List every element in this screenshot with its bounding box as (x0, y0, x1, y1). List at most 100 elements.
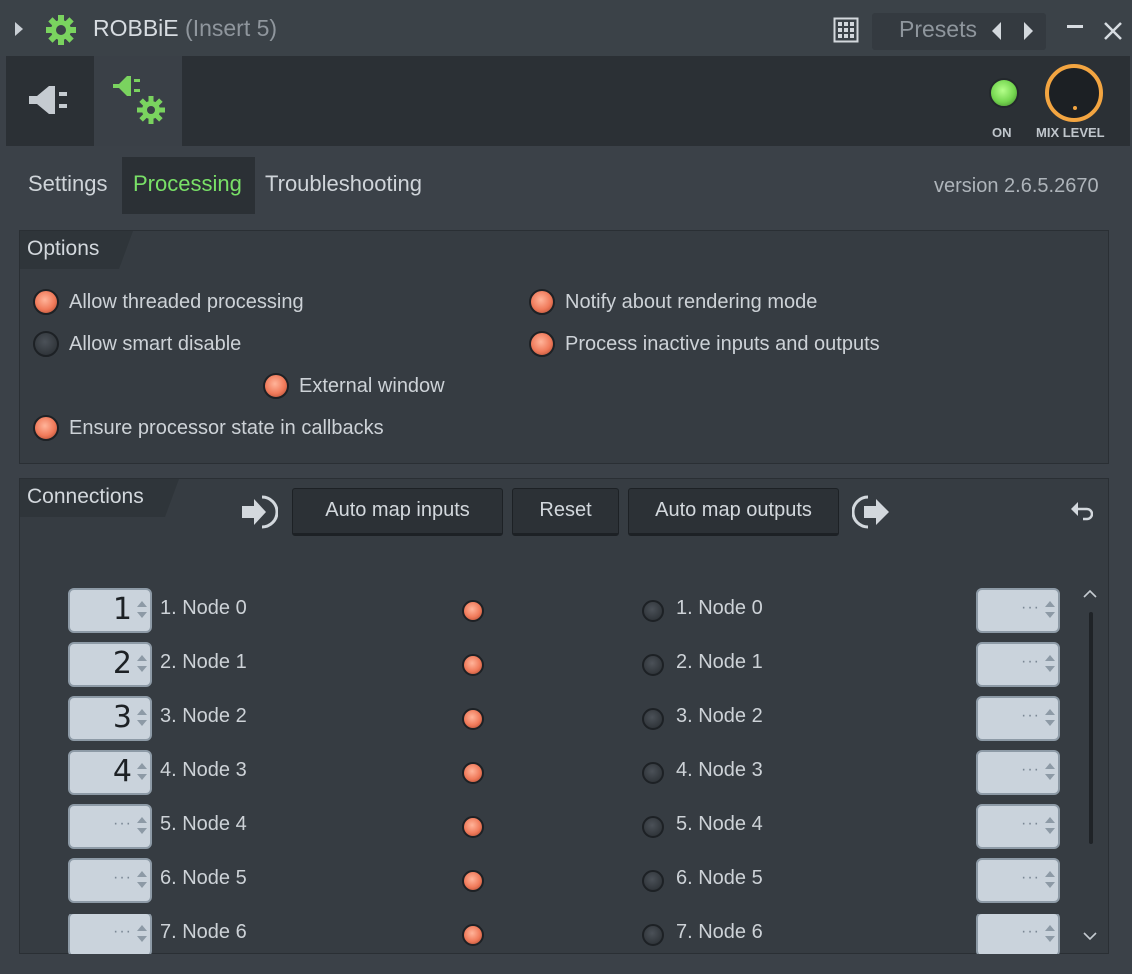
stepper-down-icon[interactable] (137, 882, 147, 888)
stepper-down-icon[interactable] (137, 936, 147, 942)
option-notify-rendering-mode[interactable]: Notify about rendering mode (529, 287, 817, 317)
stepper-down-icon[interactable] (1045, 612, 1055, 618)
option-led[interactable] (33, 331, 59, 357)
stepper-up-icon[interactable] (137, 655, 147, 661)
reset-button[interactable]: Reset (512, 488, 619, 536)
option-led[interactable] (263, 373, 289, 399)
tab-settings[interactable]: Settings (28, 157, 108, 214)
auto-map-inputs-button[interactable]: Auto map inputs (292, 488, 503, 536)
input-channel-stepper[interactable]: 4 (68, 750, 152, 795)
input-node-label: 3. Node 2 (160, 705, 247, 727)
plug-gear-tab[interactable] (94, 56, 182, 146)
plugin-name: ROBBiE (93, 15, 179, 41)
input-channel-stepper[interactable]: 2 (68, 642, 152, 687)
output-channel-stepper[interactable]: ··· (976, 750, 1060, 795)
stepper-up-icon[interactable] (1045, 655, 1055, 661)
presets-selector[interactable]: Presets (872, 13, 1046, 50)
stepper-up-icon[interactable] (1045, 817, 1055, 823)
auto-map-outputs-button[interactable]: Auto map outputs (628, 488, 839, 536)
on-toggle[interactable] (989, 78, 1019, 108)
option-label: External window (299, 374, 445, 397)
stepper-up-icon[interactable] (1045, 871, 1055, 877)
input-led[interactable] (462, 654, 484, 676)
output-node-label: 5. Node 4 (676, 813, 763, 835)
next-preset-icon[interactable] (1024, 22, 1033, 40)
grid-icon[interactable] (833, 17, 859, 43)
input-led[interactable] (462, 924, 484, 946)
output-led[interactable] (642, 924, 664, 946)
stepper-down-icon[interactable] (1045, 882, 1055, 888)
input-channel-stepper[interactable]: ··· (68, 914, 152, 954)
input-channel-stepper[interactable]: ··· (68, 804, 152, 849)
output-channel-stepper[interactable]: ··· (976, 696, 1060, 741)
stepper-up-icon[interactable] (1045, 601, 1055, 607)
expand-triangle-icon[interactable] (15, 22, 23, 36)
stepper-up-icon[interactable] (1045, 925, 1055, 931)
option-external-window[interactable]: External window (263, 371, 445, 401)
stepper-up-icon[interactable] (137, 871, 147, 877)
stepper-up-icon[interactable] (137, 709, 147, 715)
output-channel-stepper[interactable]: ··· (976, 642, 1060, 687)
stepper-down-icon[interactable] (137, 666, 147, 672)
plug-tab[interactable] (6, 56, 93, 146)
option-led[interactable] (33, 289, 59, 315)
output-channel-stepper[interactable]: ··· (976, 588, 1060, 633)
stepper-value: ··· (1021, 653, 1040, 670)
stepper-down-icon[interactable] (137, 720, 147, 726)
output-led[interactable] (642, 762, 664, 784)
undo-icon[interactable] (1069, 499, 1093, 525)
input-led[interactable] (462, 762, 484, 784)
scroll-up-icon[interactable] (1083, 589, 1097, 599)
stepper-down-icon[interactable] (1045, 666, 1055, 672)
stepper-up-icon[interactable] (137, 763, 147, 769)
input-channel-stepper[interactable]: 1 (68, 588, 152, 633)
input-led[interactable] (462, 600, 484, 622)
input-led[interactable] (462, 870, 484, 892)
output-led[interactable] (642, 600, 664, 622)
option-process-inactive-io[interactable]: Process inactive inputs and outputs (529, 329, 880, 359)
tab-processing[interactable]: Processing (122, 157, 255, 214)
output-channel-stepper[interactable]: ··· (976, 858, 1060, 903)
input-channel-stepper[interactable]: ··· (68, 858, 152, 903)
stepper-down-icon[interactable] (1045, 774, 1055, 780)
stepper-up-icon[interactable] (1045, 709, 1055, 715)
stepper-down-icon[interactable] (137, 774, 147, 780)
input-node-label: 2. Node 1 (160, 651, 247, 673)
input-led[interactable] (462, 816, 484, 838)
output-led[interactable] (642, 654, 664, 676)
stepper-down-icon[interactable] (1045, 828, 1055, 834)
scroll-down-icon[interactable] (1083, 931, 1097, 941)
stepper-up-icon[interactable] (137, 817, 147, 823)
output-led[interactable] (642, 708, 664, 730)
stepper-down-icon[interactable] (1045, 936, 1055, 942)
input-node-label: 1. Node 0 (160, 597, 247, 619)
stepper-up-icon[interactable] (137, 601, 147, 607)
option-ensure-processor-state[interactable]: Ensure processor state in callbacks (33, 413, 384, 443)
option-allow-threaded-processing[interactable]: Allow threaded processing (33, 287, 304, 317)
close-icon[interactable] (1102, 20, 1124, 42)
stepper-value: 1 (112, 592, 132, 627)
output-channel-stepper[interactable]: ··· (976, 914, 1060, 954)
tab-troubleshooting[interactable]: Troubleshooting (265, 157, 422, 214)
stepper-down-icon[interactable] (137, 828, 147, 834)
gear-icon[interactable] (45, 14, 77, 46)
option-led[interactable] (529, 331, 555, 357)
previous-preset-icon[interactable] (992, 22, 1001, 40)
scrollbar[interactable] (1089, 612, 1093, 844)
input-led[interactable] (462, 708, 484, 730)
minimize-icon[interactable] (1067, 25, 1083, 28)
output-led[interactable] (642, 816, 664, 838)
option-allow-smart-disable[interactable]: Allow smart disable (33, 329, 241, 359)
option-led[interactable] (529, 289, 555, 315)
window-title: ROBBiE (Insert 5) (93, 15, 277, 42)
stepper-up-icon[interactable] (137, 925, 147, 931)
option-led[interactable] (33, 415, 59, 441)
stepper-down-icon[interactable] (1045, 720, 1055, 726)
output-channel-stepper[interactable]: ··· (976, 804, 1060, 849)
mix-level-knob[interactable] (1045, 64, 1103, 122)
input-channel-stepper[interactable]: 3 (68, 696, 152, 741)
stepper-down-icon[interactable] (137, 612, 147, 618)
output-led[interactable] (642, 870, 664, 892)
stepper-up-icon[interactable] (1045, 763, 1055, 769)
stepper-value: ··· (1021, 761, 1040, 778)
